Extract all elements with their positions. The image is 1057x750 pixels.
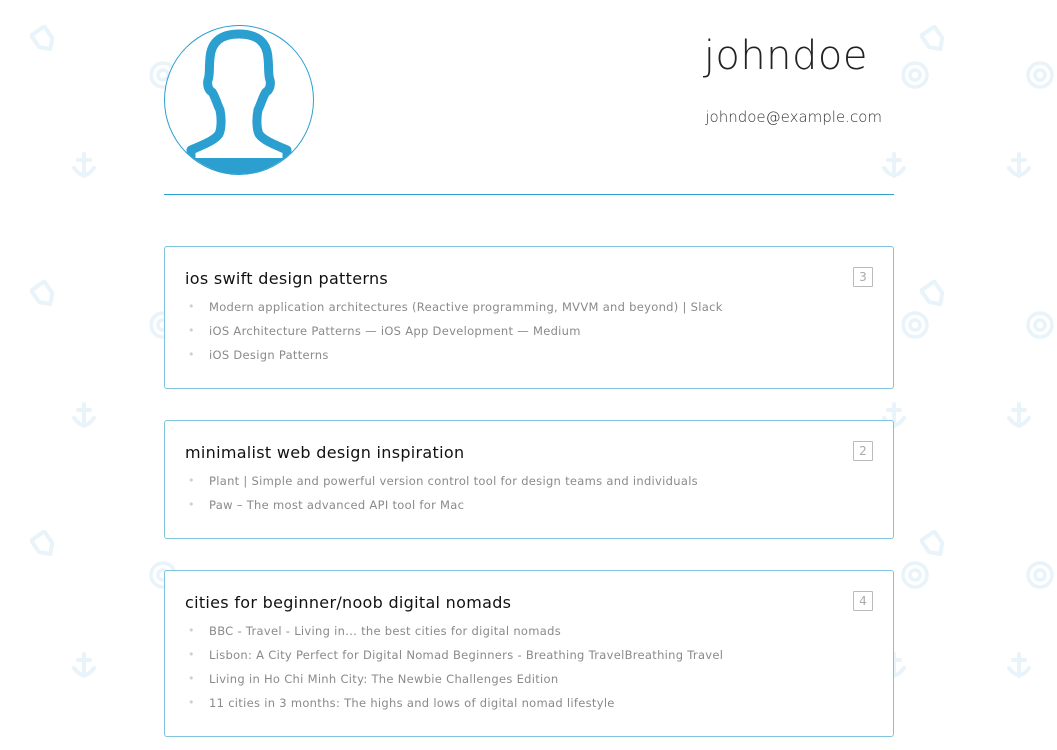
link-text[interactable]: Lisbon: A City Perfect for Digital Nomad… [209,648,723,662]
pin-pattern-icon [920,280,945,307]
profile-page: johndoe johndoe@example.com ios swift de… [164,0,894,750]
link-text[interactable]: iOS Architecture Patterns — iOS App Deve… [209,324,581,338]
anchor-pattern-icon [1007,152,1031,178]
link-text[interactable]: BBC - Travel - Living in... the best cit… [209,624,561,638]
anchor-pattern-icon [72,402,96,428]
link-count-badge: 2 [853,441,873,461]
at-pattern-icon [1026,311,1054,339]
link-item[interactable]: • Modern application architectures (React… [185,297,723,321]
pin-pattern-icon [30,280,55,307]
at-pattern-icon [901,61,929,89]
bullet-icon: • [188,696,195,709]
at-pattern-icon [1026,61,1054,89]
link-text[interactable]: Paw – The most advanced API tool for Mac [209,498,464,512]
avatar [164,25,314,175]
bullet-icon: • [188,624,195,637]
anchor-pattern-icon [1007,402,1031,428]
collection-title[interactable]: cities for beginner/noob digital nomads [185,593,511,612]
link-item[interactable]: • iOS Architecture Patterns — iOS App Dev… [185,321,723,345]
at-pattern-icon [901,311,929,339]
username-heading: johndoe [703,33,868,79]
bullet-icon: • [188,672,195,685]
link-text[interactable]: Plant | Simple and powerful version cont… [209,474,698,488]
anchor-pattern-icon [72,652,96,678]
bullet-icon: • [188,648,195,661]
at-pattern-icon [901,561,929,589]
pin-pattern-icon [30,25,55,52]
bullet-icon: • [188,324,195,337]
link-list: • Modern application architectures (React… [185,297,723,369]
profile-header: johndoe johndoe@example.com [164,0,894,195]
link-item[interactable]: • iOS Design Patterns [185,345,723,369]
link-text[interactable]: 11 cities in 3 months: The highs and low… [209,696,615,710]
anchor-pattern-icon [1007,652,1031,678]
collection-card[interactable]: ios swift design patterns 3 • Modern appl… [164,246,894,389]
bullet-icon: • [188,474,195,487]
bullet-icon: • [188,498,195,511]
link-text[interactable]: Modern application architectures (Reacti… [209,300,723,314]
link-text[interactable]: Living in Ho Chi Minh City: The Newbie C… [209,672,558,686]
user-email: johndoe@example.com [705,108,882,126]
link-list: • BBC - Travel - Living in... the best ci… [185,621,723,717]
collection-title[interactable]: minimalist web design inspiration [185,443,464,462]
at-pattern-icon [1026,561,1054,589]
collection-title[interactable]: ios swift design patterns [185,269,388,288]
link-list: • Plant | Simple and powerful version con… [185,471,698,519]
anchor-pattern-icon [72,152,96,178]
collection-card[interactable]: cities for beginner/noob digital nomads … [164,570,894,737]
pin-pattern-icon [920,25,945,52]
user-silhouette-icon [185,29,293,174]
bullet-icon: • [188,348,195,361]
pin-pattern-icon [920,530,945,557]
collection-card[interactable]: minimalist web design inspiration 2 • Pla… [164,420,894,539]
bullet-icon: • [188,300,195,313]
link-count-badge: 3 [853,267,873,287]
pin-pattern-icon [30,530,55,557]
link-item[interactable]: • Paw – The most advanced API tool for Ma… [185,495,698,519]
link-item[interactable]: • BBC - Travel - Living in... the best ci… [185,621,723,645]
link-item[interactable]: • Living in Ho Chi Minh City: The Newbie … [185,669,723,693]
link-text[interactable]: iOS Design Patterns [209,348,329,362]
link-count-badge: 4 [853,591,873,611]
link-item[interactable]: • Plant | Simple and powerful version con… [185,471,698,495]
link-item[interactable]: • 11 cities in 3 months: The highs and lo… [185,693,723,717]
link-item[interactable]: • Lisbon: A City Perfect for Digital Noma… [185,645,723,669]
